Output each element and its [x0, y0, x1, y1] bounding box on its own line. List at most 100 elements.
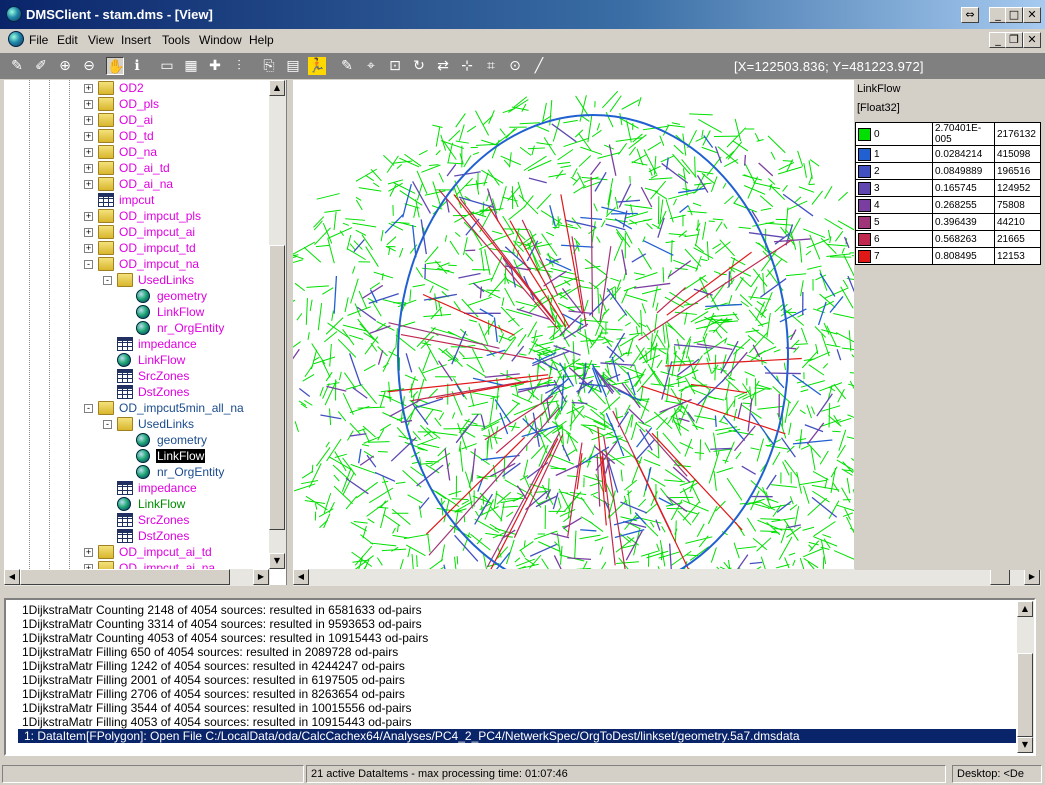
scroll-thumb[interactable] [20, 569, 230, 585]
log-line[interactable]: 1DijkstraMatr Counting 4053 of 4054 sour… [22, 631, 428, 645]
tree-item-label[interactable]: OD2 [118, 81, 145, 95]
expand-plus-icon[interactable]: + [84, 116, 93, 125]
mdi-close-button[interactable]: ✕ [1023, 32, 1041, 48]
legend-color-swatch[interactable] [858, 232, 871, 246]
tree-item-label[interactable]: DstZones [137, 385, 190, 399]
edit-pen-icon[interactable]: ✐ [32, 57, 50, 75]
legend-row[interactable]: 6 0.568263 21665 [855, 230, 1041, 248]
legend-color-swatch[interactable] [858, 249, 871, 263]
log-line[interactable]: 1DijkstraMatr Filling 1242 of 4054 sourc… [22, 659, 405, 673]
select-icon[interactable]: ⊡ [386, 57, 404, 75]
legend-color-swatch[interactable] [858, 164, 871, 178]
log-line[interactable]: 1DijkstraMatr Counting 3314 of 4054 sour… [22, 617, 422, 631]
scroll-right-arrow-icon[interactable]: ▶ [253, 569, 269, 585]
scroll-thumb[interactable] [269, 245, 285, 530]
tree-item-label[interactable]: OD_na [118, 145, 158, 159]
tree-item-label[interactable]: impcut [118, 193, 155, 207]
split-icon[interactable]: ⫶ [230, 57, 248, 75]
menu-window[interactable]: Window [199, 33, 242, 47]
tree-item-label[interactable]: SrcZones [137, 369, 190, 383]
legend-row[interactable]: 3 0.165745 124952 [855, 179, 1041, 197]
legend-row[interactable]: 5 0.396439 44210 [855, 213, 1041, 231]
tree-item-label[interactable]: SrcZones [137, 513, 190, 527]
expand-plus-icon[interactable]: + [84, 164, 93, 173]
tree-item-label[interactable]: geometry [156, 289, 208, 303]
legend-color-swatch[interactable] [858, 181, 871, 195]
tree-item-label[interactable]: OD_impcut_pls [118, 209, 202, 223]
scroll-down-arrow-icon[interactable]: ▼ [1017, 737, 1033, 753]
tree-item-label[interactable]: nr_OrgEntity [156, 321, 225, 335]
collapse-minus-icon[interactable]: - [103, 276, 112, 285]
grid-icon[interactable]: ▦ [182, 57, 200, 75]
scroll-up-arrow-icon[interactable]: ▲ [1017, 601, 1033, 617]
tree-item-label[interactable]: LinkFlow [137, 353, 186, 367]
document-globe-icon[interactable] [8, 31, 24, 47]
menu-view[interactable]: View [88, 33, 114, 47]
tree-item-label[interactable]: OD_pls [118, 97, 160, 111]
tree-item-label[interactable]: OD_td [118, 129, 155, 143]
tree-item-label[interactable]: impedance [137, 337, 198, 351]
info-icon[interactable]: ℹ [128, 57, 146, 75]
crosshair-icon[interactable]: ✚ [206, 57, 224, 75]
scroll-left-arrow-icon[interactable]: ◀ [4, 569, 20, 585]
tree-horizontal-scrollbar[interactable]: ◀ ▶ [4, 569, 270, 586]
move-icon[interactable]: ⇄ [434, 57, 452, 75]
expand-plus-icon[interactable]: + [84, 228, 93, 237]
tree-item-label[interactable]: OD_impcut_na [118, 257, 200, 271]
menu-tools[interactable]: Tools [162, 33, 190, 47]
menu-edit[interactable]: Edit [57, 33, 78, 47]
tree-item-label[interactable]: LinkFlow [156, 305, 205, 319]
scroll-thumb[interactable] [1017, 653, 1033, 737]
scroll-left-arrow-icon[interactable]: ◀ [293, 569, 309, 585]
legend-row[interactable]: 4 0.268255 75808 [855, 196, 1041, 214]
tree-item-label[interactable]: OD_impcut_ai [118, 225, 196, 239]
tree-item-label[interactable]: UsedLinks [137, 417, 195, 431]
point-icon[interactable]: ⌗ [482, 57, 500, 75]
maximize-button[interactable]: □ [1005, 7, 1023, 23]
target-icon[interactable]: ⊙ [506, 57, 524, 75]
expand-plus-icon[interactable]: + [84, 132, 93, 141]
copy-icon[interactable]: ⎘ [260, 57, 278, 75]
menu-help[interactable]: Help [249, 33, 274, 47]
legend-row[interactable]: 7 0.808495 12153 [855, 247, 1041, 265]
tree-item-label[interactable]: UsedLinks [137, 273, 195, 287]
legend-row[interactable]: 1 0.0284214 415098 [855, 145, 1041, 163]
scroll-thumb[interactable] [990, 569, 1010, 585]
mdi-restore-button[interactable]: ❐ [1005, 32, 1023, 48]
log-line[interactable]: 1: DataItem[FPolygon]: Open File C:/Loca… [18, 729, 1016, 743]
expand-plus-icon[interactable]: + [84, 100, 93, 109]
legend-color-swatch[interactable] [858, 127, 871, 141]
zoom-in-icon[interactable]: ⊕ [56, 57, 74, 75]
tree-item-label[interactable]: impedance [137, 481, 198, 495]
log-line[interactable]: 1DijkstraMatr Filling 650 of 4054 source… [22, 645, 398, 659]
tree-item-label[interactable]: OD_ai_td [118, 161, 171, 175]
legend-color-swatch[interactable] [858, 215, 871, 229]
menu-file[interactable]: File [29, 33, 48, 47]
scroll-down-arrow-icon[interactable]: ▼ [269, 553, 285, 569]
dot-icon[interactable]: ⌖ [362, 57, 380, 75]
expand-plus-icon[interactable]: + [84, 148, 93, 157]
log-line[interactable]: 1DijkstraMatr Filling 3544 of 4054 sourc… [22, 701, 412, 715]
paste-icon[interactable]: ▤ [284, 57, 302, 75]
map-horizontal-scrollbar[interactable]: ◀ ▶ [293, 569, 1041, 586]
pen-icon[interactable]: ✎ [8, 57, 26, 75]
rectangle-icon[interactable]: ▭ [158, 57, 176, 75]
collapse-minus-icon[interactable]: - [84, 260, 93, 269]
expand-plus-icon[interactable]: + [84, 548, 93, 557]
tree-vertical-scrollbar[interactable]: ▲ ▼ [269, 80, 286, 569]
node-icon[interactable]: ⊹ [458, 57, 476, 75]
line-icon[interactable]: ╱ [530, 57, 548, 75]
legend-color-swatch[interactable] [858, 198, 871, 212]
zoom-out-icon[interactable]: ⊖ [80, 57, 98, 75]
hand-pan-icon[interactable]: ✋ [106, 57, 124, 75]
scroll-up-arrow-icon[interactable]: ▲ [269, 80, 285, 96]
tree-item-label[interactable]: LinkFlow [156, 449, 206, 463]
tree-item-label[interactable]: DstZones [137, 529, 190, 543]
expand-plus-icon[interactable]: + [84, 244, 93, 253]
log-line[interactable]: 1DijkstraMatr Filling 2001 of 4054 sourc… [22, 673, 405, 687]
runner-icon[interactable]: 🏃 [308, 57, 326, 75]
rotate-icon[interactable]: ↻ [410, 57, 428, 75]
pen2-icon[interactable]: ✎ [338, 57, 356, 75]
expand-plus-icon[interactable]: + [84, 84, 93, 93]
tree-item-label[interactable]: OD_impcut_td [118, 241, 197, 255]
